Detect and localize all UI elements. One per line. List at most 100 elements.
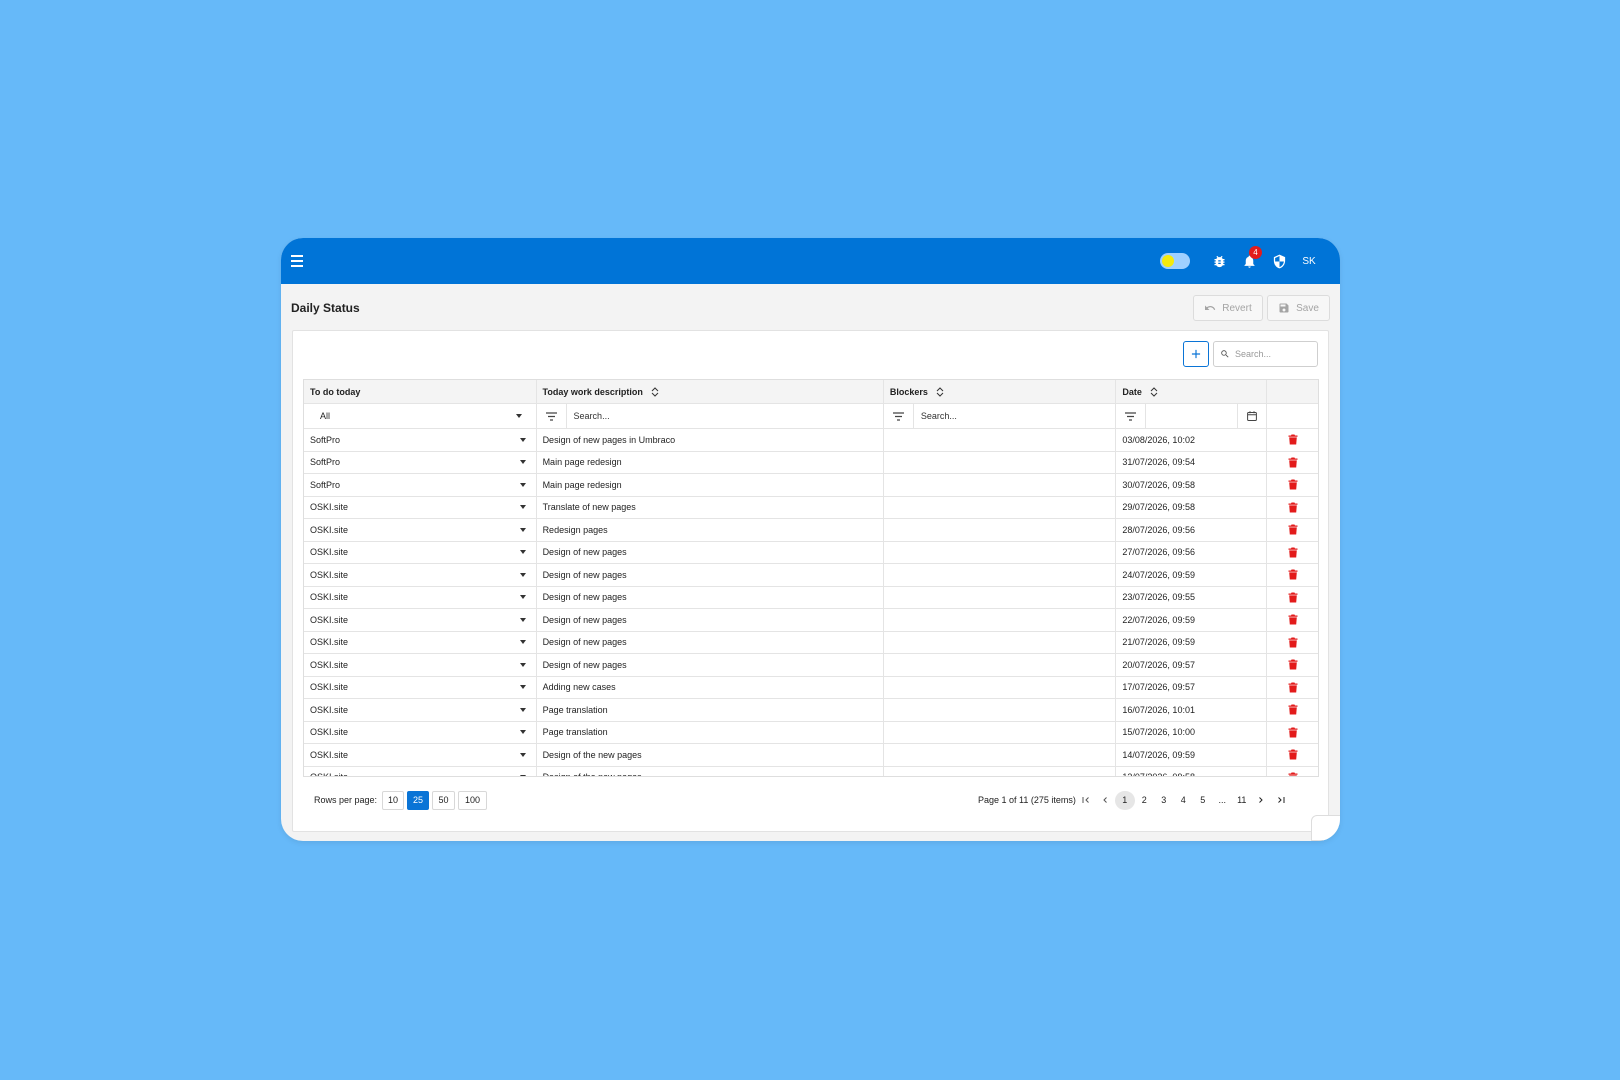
todo-select[interactable]: OSKI.site — [304, 496, 537, 518]
todo-select[interactable]: OSKI.site — [304, 586, 537, 608]
description-cell[interactable]: Adding new cases — [537, 676, 884, 698]
blockers-cell[interactable] — [884, 699, 1117, 721]
date-cell[interactable]: 23/07/2026, 09:55 — [1116, 586, 1268, 608]
trash-icon[interactable] — [1288, 704, 1298, 715]
blockers-cell[interactable] — [884, 429, 1117, 451]
blockers-cell[interactable] — [884, 519, 1117, 541]
todo-select[interactable]: OSKI.site — [304, 699, 537, 721]
trash-icon[interactable] — [1288, 524, 1298, 535]
todo-select[interactable]: OSKI.site — [304, 541, 537, 563]
todo-select[interactable]: OSKI.site — [304, 654, 537, 676]
date-cell[interactable]: 17/07/2026, 09:57 — [1116, 676, 1268, 698]
first-page-icon[interactable] — [1076, 791, 1096, 810]
description-cell[interactable]: Design of new pages in Umbraco — [537, 429, 884, 451]
page-button-3[interactable]: 3 — [1154, 791, 1174, 810]
description-cell[interactable]: Design of the new pages — [537, 766, 884, 776]
page-button-4[interactable]: 4 — [1174, 791, 1194, 810]
todo-select[interactable]: OSKI.site — [304, 766, 537, 776]
description-cell[interactable]: Page translation — [537, 721, 884, 743]
page-button-11[interactable]: 11 — [1232, 791, 1252, 810]
todo-select[interactable]: OSKI.site — [304, 564, 537, 586]
todo-select[interactable]: OSKI.site — [304, 631, 537, 653]
blockers-cell[interactable] — [884, 744, 1117, 766]
save-button[interactable]: Save — [1267, 295, 1330, 321]
rows-per-page-100[interactable]: 100 — [458, 790, 488, 810]
page-button-2[interactable]: 2 — [1135, 791, 1155, 810]
description-cell[interactable]: Design of new pages — [537, 586, 884, 608]
trash-icon[interactable] — [1288, 637, 1298, 648]
description-filter-input[interactable] — [566, 404, 883, 428]
trash-icon[interactable] — [1288, 434, 1298, 445]
bell-icon[interactable]: 4 — [1234, 246, 1264, 276]
trash-icon[interactable] — [1288, 479, 1298, 490]
blockers-cell[interactable] — [884, 474, 1117, 496]
description-cell[interactable]: Design of new pages — [537, 541, 884, 563]
date-filter-input[interactable] — [1146, 404, 1239, 428]
date-cell[interactable]: 14/07/2026, 09:59 — [1116, 744, 1268, 766]
page-button-1[interactable]: 1 — [1115, 790, 1135, 810]
date-cell[interactable]: 24/07/2026, 09:59 — [1116, 564, 1268, 586]
trash-icon[interactable] — [1288, 592, 1298, 603]
shield-icon[interactable] — [1264, 246, 1294, 276]
todo-filter-select[interactable]: All — [304, 411, 536, 421]
todo-select[interactable]: OSKI.site — [304, 519, 537, 541]
last-page-icon[interactable] — [1271, 791, 1291, 810]
blockers-cell[interactable] — [884, 541, 1117, 563]
description-cell[interactable]: Design of new pages — [537, 631, 884, 653]
filter-icon[interactable] — [884, 404, 914, 428]
description-cell[interactable]: Design of the new pages — [537, 744, 884, 766]
description-cell[interactable]: Main page redesign — [537, 474, 884, 496]
trash-icon[interactable] — [1288, 569, 1298, 580]
trash-icon[interactable] — [1288, 772, 1298, 777]
theme-toggle[interactable] — [1160, 253, 1190, 269]
description-cell[interactable]: Redesign pages — [537, 519, 884, 541]
date-cell[interactable]: 16/07/2026, 10:01 — [1116, 699, 1268, 721]
description-cell[interactable]: Design of new pages — [537, 564, 884, 586]
column-header-todo[interactable]: To do today — [304, 380, 537, 403]
sort-icon[interactable] — [936, 386, 944, 397]
description-cell[interactable]: Design of new pages — [537, 609, 884, 631]
blockers-cell[interactable] — [884, 766, 1117, 776]
page-button-5[interactable]: 5 — [1193, 791, 1213, 810]
calendar-icon[interactable] — [1238, 411, 1266, 421]
column-header-date[interactable]: Date — [1116, 380, 1268, 403]
date-cell[interactable]: 30/07/2026, 09:58 — [1116, 474, 1268, 496]
prev-page-icon[interactable] — [1096, 791, 1116, 810]
next-page-icon[interactable] — [1252, 791, 1272, 810]
todo-select[interactable]: OSKI.site — [304, 744, 537, 766]
blockers-cell[interactable] — [884, 654, 1117, 676]
todo-select[interactable]: OSKI.site — [304, 721, 537, 743]
rows-per-page-50[interactable]: 50 — [432, 790, 456, 810]
todo-select[interactable]: OSKI.site — [304, 609, 537, 631]
sort-icon[interactable] — [651, 386, 659, 397]
filter-icon[interactable] — [537, 404, 567, 428]
rows-per-page-25[interactable]: 25 — [407, 790, 430, 810]
column-header-blockers[interactable]: Blockers — [884, 380, 1117, 403]
date-cell[interactable]: 20/07/2026, 09:57 — [1116, 654, 1268, 676]
blockers-cell[interactable] — [884, 451, 1117, 473]
date-cell[interactable]: 15/07/2026, 10:00 — [1116, 721, 1268, 743]
trash-icon[interactable] — [1288, 682, 1298, 693]
blockers-cell[interactable] — [884, 609, 1117, 631]
corner-tab[interactable] — [1311, 815, 1340, 841]
blockers-cell[interactable] — [884, 564, 1117, 586]
todo-select[interactable]: SoftPro — [304, 474, 537, 496]
avatar[interactable]: SK — [1294, 256, 1324, 267]
description-cell[interactable]: Page translation — [537, 699, 884, 721]
blockers-cell[interactable] — [884, 676, 1117, 698]
add-button[interactable] — [1183, 341, 1209, 367]
menu-icon[interactable] — [291, 252, 305, 270]
date-cell[interactable]: 13/07/2026, 09:58 — [1116, 766, 1268, 776]
blockers-cell[interactable] — [884, 631, 1117, 653]
trash-icon[interactable] — [1288, 614, 1298, 625]
bug-icon[interactable] — [1204, 246, 1234, 276]
date-cell[interactable]: 29/07/2026, 09:58 — [1116, 496, 1268, 518]
filter-icon[interactable] — [1116, 404, 1147, 428]
rows-per-page-10[interactable]: 10 — [382, 790, 405, 810]
trash-icon[interactable] — [1288, 457, 1298, 468]
blockers-filter-input[interactable] — [913, 404, 1116, 428]
date-cell[interactable]: 22/07/2026, 09:59 — [1116, 609, 1268, 631]
search-input[interactable] — [1235, 349, 1315, 359]
description-cell[interactable]: Design of new pages — [537, 654, 884, 676]
trash-icon[interactable] — [1288, 749, 1298, 760]
